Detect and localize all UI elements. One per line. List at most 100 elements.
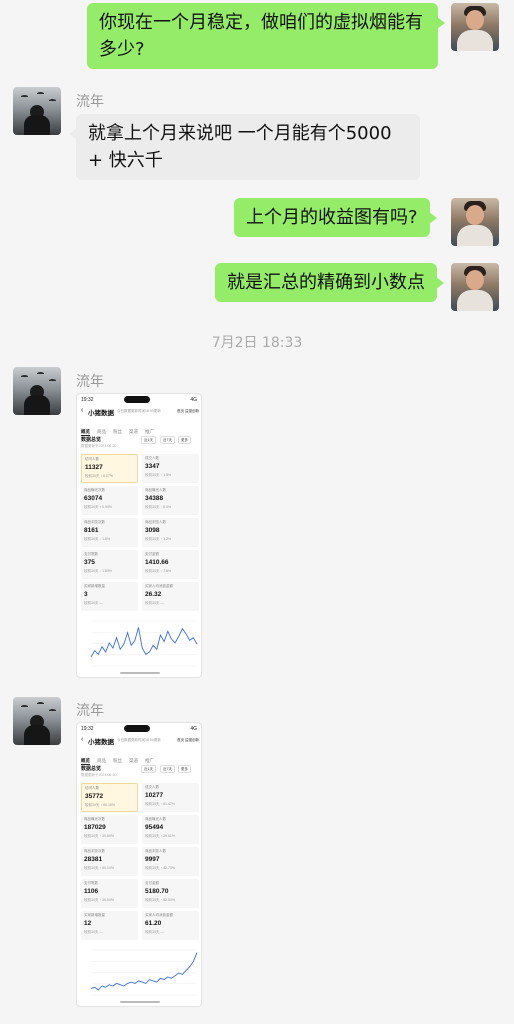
range-button-0[interactable]: 近1天 [141, 765, 156, 773]
tab-4[interactable]: 推广 [145, 758, 154, 764]
metric-change: 较前30天 ↑ 6.07% [85, 474, 114, 478]
metric-card[interactable]: 商品曝光人数 95494 较前30天 ↑ 29.61% [142, 815, 199, 844]
home-indicator [120, 672, 160, 674]
metric-change: 较前30天 ↑ 52.84% [145, 898, 175, 902]
message-bubble-self[interactable]: 就是汇总的精确到小数点 [215, 263, 444, 302]
sender-name: 流年 [76, 703, 104, 719]
message-bubble-contact[interactable]: 就拿上个月来说吧 一个月能有个5000 + 快六千 [69, 114, 420, 180]
metric-card[interactable]: 支付笔数 375 较前30天 ↓ 1.89% [81, 550, 138, 579]
message-bubble-self[interactable]: 你现在一个月稳定，做咱们的虚拟烟能有多少? [87, 3, 445, 69]
metric-card[interactable]: 买家人均消费金额 61.20 较前30天 — [142, 911, 199, 940]
metric-value: 34388 [145, 495, 164, 502]
metric-card[interactable]: 买家人均消费金额 26.32 较前30天 — [142, 582, 199, 611]
metric-label: 商品浏览人数 [145, 520, 166, 524]
metric-card[interactable]: 商品浏览次数 8161 较前30天 ↓ 1.8% [81, 518, 138, 547]
metric-value: 12 [84, 920, 92, 927]
metric-label: 支付金额 [145, 881, 159, 885]
self-avatar[interactable] [451, 198, 499, 246]
metric-label: 访问人数 [85, 786, 99, 790]
tab-0[interactable]: 概览 [81, 429, 90, 436]
range-button-1[interactable]: 近7天 [160, 436, 175, 444]
dynamic-island [124, 725, 150, 732]
message-bubble-self[interactable]: 上个月的收益图有吗? [234, 198, 437, 237]
section-date: 数据更新于2023-06-30 [81, 444, 117, 448]
metric-label: 买家新增数量 [84, 913, 105, 917]
status-icons: 4G [190, 726, 197, 732]
tab-2[interactable]: 粉丝 [113, 758, 122, 764]
metric-value: 8161 [84, 527, 99, 534]
metric-change: 较前30天 ↓ 1.89% [84, 569, 113, 573]
back-icon[interactable]: ‹ [81, 407, 83, 415]
self-avatar[interactable] [451, 3, 499, 51]
metric-label: 支付金额 [145, 552, 159, 556]
app-subtitle: 今日数据更新时间18:00更新 [117, 738, 161, 742]
range-button-2[interactable]: 更多 [178, 436, 191, 444]
metric-change: 较前30天 ↑ 29.61% [145, 834, 175, 838]
tab-1[interactable]: 商品 [97, 758, 106, 764]
metric-label: 支付笔数 [84, 552, 98, 556]
metric-label: 商品曝光次数 [84, 817, 105, 821]
contact-avatar[interactable] [13, 87, 61, 135]
metric-card[interactable]: 支付金额 5180.70 较前30天 ↑ 52.84% [142, 879, 199, 908]
metric-label: 买家新增数量 [84, 584, 105, 588]
self-avatar[interactable] [451, 263, 499, 311]
image-message-screenshot[interactable]: 19:32 4G ‹ 小猪数据 今日数据更新时间18:00更新 首页 益猫创新 概览 商品 粉丝… [76, 393, 202, 678]
chart-series-line [90, 952, 198, 991]
metric-card[interactable]: 成交人数 3347 较前30天 ↑ 1.5% [142, 454, 199, 483]
status-time: 19:32 [81, 397, 94, 403]
metric-value: 28381 [84, 856, 103, 863]
metric-card[interactable]: 支付金额 1410.66 较前30天 ↑ 7.6% [142, 550, 199, 579]
app-header: ‹ 小猪数据 今日数据更新时间18:00更新 首页 益猫创新 [81, 736, 199, 746]
image-message-screenshot[interactable]: 19:32 4G ‹ 小猪数据 今日数据更新时间18:00更新 首页 益猫创新 概览 商品 粉丝… [76, 722, 202, 1007]
back-icon[interactable]: ‹ [81, 736, 83, 744]
range-button-0[interactable]: 近1天 [141, 436, 156, 444]
range-button-2[interactable]: 更多 [178, 765, 191, 773]
metric-card[interactable]: 商品曝光人数 34388 较前30天 ↑ 8.0% [142, 486, 199, 515]
tab-0[interactable]: 概览 [81, 758, 90, 765]
section-title: 数据总览 [81, 766, 102, 772]
metric-card[interactable]: 商品浏览人数 9997 较前30天 ↑ 42.73% [142, 847, 199, 876]
metric-value: 5180.70 [145, 888, 169, 895]
metric-value: 35772 [85, 793, 104, 800]
metric-card[interactable]: 买家新增数量 3 较前30天 — [81, 582, 138, 611]
contact-avatar[interactable] [13, 367, 61, 415]
metric-card[interactable]: 商品曝光次数 187029 较前30天 ↑ 30.69% [81, 815, 138, 844]
metric-card[interactable]: 访问人数 11327 较前30天 ↑ 6.07% [81, 454, 138, 483]
chart-series-line [90, 627, 198, 658]
metric-change: 较前30天 ↑ 1.5% [145, 473, 172, 477]
metric-card[interactable]: 成交人数 10277 较前30天 ↑ 51.47% [142, 783, 199, 812]
metric-change: 较前30天 — [84, 930, 103, 934]
app-subtitle: 今日数据更新时间18:00更新 [117, 409, 161, 413]
tab-4[interactable]: 推广 [145, 429, 154, 435]
contact-avatar[interactable] [13, 697, 61, 745]
metric-label: 商品曝光人数 [145, 488, 166, 492]
metric-card[interactable]: 访问人数 35772 较前30天 ↑ 66.18% [81, 783, 138, 812]
metric-change: 较前30天 ↑ 42.73% [145, 866, 175, 870]
metric-card[interactable]: 商品曝光次数 63074 较前30天 ↑ 0.99% [81, 486, 138, 515]
tab-2[interactable]: 粉丝 [113, 429, 122, 435]
metric-value: 1106 [84, 888, 99, 895]
tab-bar: 概览 商品 粉丝 渠道 推广 [81, 749, 161, 765]
metric-label: 商品曝光人数 [145, 817, 166, 821]
app-links[interactable]: 首页 益猫创新 [177, 409, 199, 414]
metric-value: 3347 [145, 463, 160, 470]
app-links[interactable]: 首页 益猫创新 [177, 738, 199, 743]
metric-label: 买家人均消费金额 [145, 913, 173, 917]
tab-1[interactable]: 商品 [97, 429, 106, 435]
metric-card[interactable]: 支付笔数 1106 较前30天 ↑ 35.54% [81, 879, 138, 908]
range-button-1[interactable]: 近7天 [160, 765, 175, 773]
metric-label: 商品浏览次数 [84, 520, 105, 524]
metric-card[interactable]: 买家新增数量 12 较前30天 — [81, 911, 138, 940]
metric-change: 较前30天 ↑ 66.18% [85, 803, 115, 807]
trend-chart [90, 949, 198, 996]
metric-value: 11327 [85, 464, 103, 471]
metric-change: 较前30天 ↑ 0.99% [84, 505, 113, 509]
metric-label: 商品曝光次数 [84, 488, 105, 492]
metric-card[interactable]: 商品浏览次数 28381 较前30天 ↑ 50.10% [81, 847, 138, 876]
metric-label: 访问人数 [85, 457, 99, 461]
tab-3[interactable]: 渠道 [129, 758, 138, 764]
metric-label: 买家人均消费金额 [145, 584, 173, 588]
metric-card[interactable]: 商品浏览人数 3098 较前30天 ↑ 1.2% [142, 518, 199, 547]
tab-3[interactable]: 渠道 [129, 429, 138, 435]
metric-change: 较前30天 — [84, 601, 103, 605]
